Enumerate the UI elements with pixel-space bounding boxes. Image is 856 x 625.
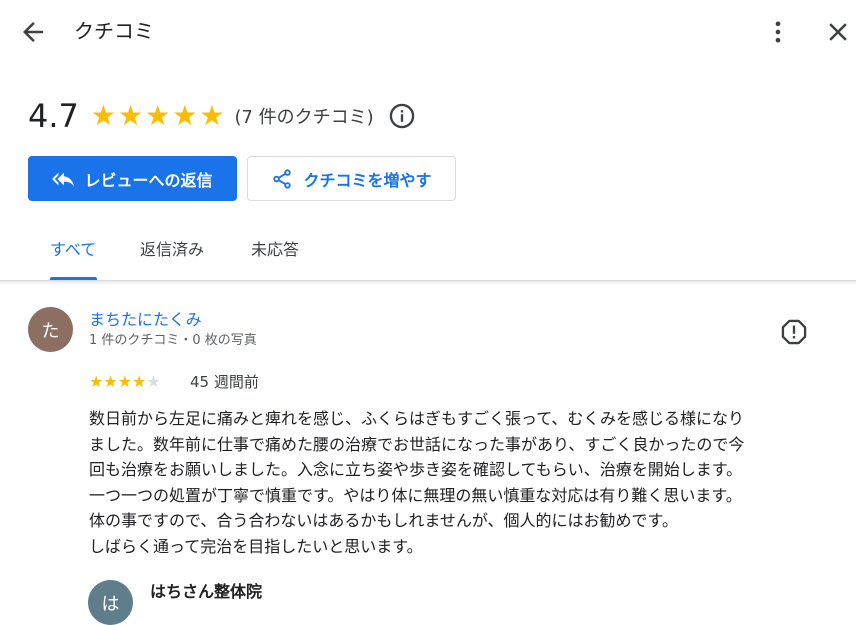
star-icon: ★	[90, 99, 116, 132]
reply-all-icon	[52, 172, 75, 186]
average-rating: 4.7	[28, 97, 79, 135]
review-text-line: しばらく通って完治を目指したいと思います。	[89, 536, 423, 556]
report-icon[interactable]	[780, 318, 808, 346]
close-icon[interactable]	[822, 17, 854, 47]
reply-to-reviews-button[interactable]: レビューへの返信	[28, 156, 237, 201]
star-icon: ★	[199, 99, 225, 132]
reviewer-name[interactable]: まちたにたくみ	[89, 309, 202, 331]
more-vertical-icon[interactable]	[764, 17, 792, 47]
rating-summary: 4.7 ★ ★ ★ ★ ★ (7 件のクチコミ)	[28, 96, 416, 136]
get-more-reviews-button[interactable]: クチコミを増やす	[247, 156, 456, 201]
review-text-line: ました。数年前に仕事で痛めた腰の治療でお世話になった事があり、すごく良かったので…	[89, 434, 745, 454]
tab-all[interactable]: すべて	[50, 238, 96, 262]
top-bar: クチコミ	[0, 0, 856, 64]
review-time: 45 週間前	[190, 373, 259, 391]
review-text: 数日前から左足に痛みと痺れを感じ、ふくらはぎもすごく張って、むくみを感じる様にな…	[89, 406, 829, 559]
review-tabs: すべて 返信済み 未応答	[0, 226, 856, 282]
star-empty-icon: ★	[146, 372, 161, 391]
reply-button-label: レビューへの返信	[84, 170, 213, 190]
star-icon: ★	[172, 99, 198, 132]
star-filled-icon: ★	[89, 372, 104, 391]
share-button-label: クチコミを増やす	[303, 170, 432, 190]
owner-avatar: は	[88, 580, 133, 625]
share-icon	[273, 168, 292, 189]
rating-stars: ★ ★ ★ ★ ★	[91, 102, 225, 130]
review-text-line: 体の事ですので、合う合わないはあるかもしれませんが、個人的にはお勧めです。	[89, 511, 678, 530]
star-filled-icon: ★	[103, 372, 118, 391]
arrow-left-icon[interactable]	[18, 17, 48, 47]
star-filled-icon: ★	[132, 372, 147, 391]
reviewer-meta: 1 件のクチコミ・0 枚の写真	[89, 333, 257, 348]
star-filled-icon: ★	[117, 372, 133, 391]
review-rating-stars: ★ ★ ★ ★ ★	[89, 372, 161, 392]
tabs-shadow	[0, 281, 856, 285]
star-icon: ★	[118, 99, 144, 132]
review-text-line: 回も治療をお願いしました。入念に立ち姿や歩き姿を確認してもらい、治療を開始します…	[89, 460, 743, 479]
page-title: クチコミ	[74, 19, 154, 43]
tab-unanswered[interactable]: 未応答	[251, 238, 299, 262]
info-icon[interactable]	[388, 102, 416, 130]
avatar[interactable]: た	[28, 307, 73, 352]
review-text-line: 一つ一つの処置が丁寧で慎重です。やはり体に無理の無い慎重な対応は有り難く思います…	[89, 485, 742, 505]
review-text-line: 数日前から左足に痛みと痺れを感じ、ふくらはぎもすごく張って、むくみを感じる様にな…	[89, 409, 745, 428]
review-count: (7 件のクチコミ)	[234, 107, 374, 128]
tab-replied[interactable]: 返信済み	[140, 238, 204, 262]
star-icon: ★	[145, 99, 171, 132]
